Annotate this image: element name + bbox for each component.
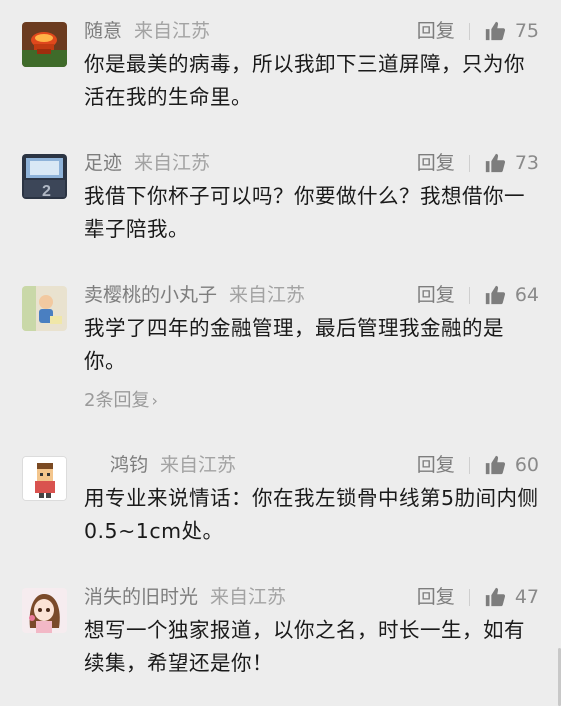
thumbs-up-icon — [485, 587, 505, 607]
comment-actions: 回复 47 — [417, 582, 539, 612]
view-replies-link[interactable]: 2条回复 › — [84, 386, 158, 412]
comment-item: 消失的旧时光 来自江苏 回复 47 想写一个独家报道，以你之名，时长一生，如有续集… — [0, 582, 561, 692]
comment-list: 随意 来自江苏 回复 75 你是最美的病毒，所以我卸下三道屏障，只为你活在我的生命… — [0, 0, 561, 706]
divider — [468, 588, 470, 606]
comment-item: 2 足迹 来自江苏 回复 73 我借下你杯子可以吗？你要做什么？我想借你一辈子陪我… — [0, 148, 561, 258]
comment-text: 想写一个独家报道，以你之名，时长一生，如有续集，希望还是你！ — [84, 618, 525, 675]
like-count: 60 — [514, 454, 539, 476]
thumbs-up-icon — [485, 285, 505, 305]
comment-item: 鸿钧 来自江苏 回复 60 用专业来说情话：你在我左锁骨中线第5肋间内侧0.5~1… — [0, 450, 561, 560]
avatar[interactable] — [22, 588, 67, 633]
comment-text: 你是最美的病毒，所以我卸下三道屏障，只为你活在我的生命里。 — [84, 52, 525, 109]
comment-meta: 随意 来自江苏 — [84, 16, 210, 46]
avatar-image — [22, 22, 67, 67]
thumbs-up-icon — [485, 455, 505, 475]
comment-actions: 回复 60 — [417, 450, 539, 480]
comment-meta: 卖樱桃的小丸子 来自江苏 — [84, 280, 305, 310]
comment-actions: 回复 75 — [417, 16, 539, 46]
like-count: 73 — [514, 152, 539, 174]
nickname[interactable]: 鸿钧 — [110, 454, 148, 476]
nickname[interactable]: 随意 — [84, 20, 122, 42]
location: 来自江苏 — [134, 152, 211, 174]
like-button[interactable]: 64 — [484, 280, 539, 310]
comment-item: 卖樱桃的小丸子 来自江苏 回复 64 我学了四年的金融管理，最后管理我金融的是你。… — [0, 280, 561, 420]
avatar[interactable] — [22, 456, 67, 501]
reply-button[interactable]: 回复 — [417, 450, 455, 480]
like-count: 64 — [514, 284, 539, 306]
avatar[interactable] — [22, 286, 67, 331]
comment-meta: 足迹 来自江苏 — [84, 148, 210, 178]
like-button[interactable]: 47 — [484, 582, 539, 612]
avatar[interactable]: 2 — [22, 154, 67, 199]
comment-actions: 回复 64 — [417, 280, 539, 310]
divider — [468, 22, 470, 40]
comment-text: 我学了四年的金融管理，最后管理我金融的是你。 — [84, 316, 504, 373]
like-button[interactable]: 73 — [484, 148, 539, 178]
comment-meta: 消失的旧时光 来自江苏 — [84, 582, 286, 612]
comment-text: 用专业来说情话：你在我左锁骨中线第5肋间内侧0.5~1cm处。 — [84, 486, 539, 543]
avatar[interactable] — [22, 22, 67, 67]
reply-button[interactable]: 回复 — [417, 582, 455, 612]
like-button[interactable]: 75 — [484, 16, 539, 46]
comment-meta: 鸿钧 来自江苏 — [110, 450, 236, 480]
comment-actions: 回复 73 — [417, 148, 539, 178]
svg-text:2: 2 — [42, 183, 51, 199]
comment-item: 随意 来自江苏 回复 75 你是最美的病毒，所以我卸下三道屏障，只为你活在我的生命… — [0, 16, 561, 136]
location: 来自江苏 — [160, 454, 237, 476]
like-button[interactable]: 60 — [484, 450, 539, 480]
nickname[interactable]: 足迹 — [84, 152, 122, 174]
reply-button[interactable]: 回复 — [417, 148, 455, 178]
replies-count-label: 2条回复 — [84, 390, 150, 411]
nickname[interactable]: 卖樱桃的小丸子 — [84, 284, 217, 306]
like-count: 75 — [514, 20, 539, 42]
location: 来自江苏 — [210, 586, 287, 608]
divider — [468, 154, 470, 172]
avatar-image — [23, 457, 66, 500]
divider — [468, 286, 470, 304]
location: 来自江苏 — [134, 20, 211, 42]
nickname[interactable]: 消失的旧时光 — [84, 586, 198, 608]
avatar-image: 2 — [22, 154, 67, 199]
reply-button[interactable]: 回复 — [417, 16, 455, 46]
avatar-image — [22, 286, 67, 331]
location: 来自江苏 — [229, 284, 306, 306]
thumbs-up-icon — [485, 153, 505, 173]
chevron-right-icon: › — [151, 391, 158, 410]
avatar-image — [22, 588, 67, 633]
divider — [468, 456, 470, 474]
like-count: 47 — [514, 586, 539, 608]
thumbs-up-icon — [485, 21, 505, 41]
comment-text: 我借下你杯子可以吗？你要做什么？我想借你一辈子陪我。 — [84, 184, 525, 241]
reply-button[interactable]: 回复 — [417, 280, 455, 310]
